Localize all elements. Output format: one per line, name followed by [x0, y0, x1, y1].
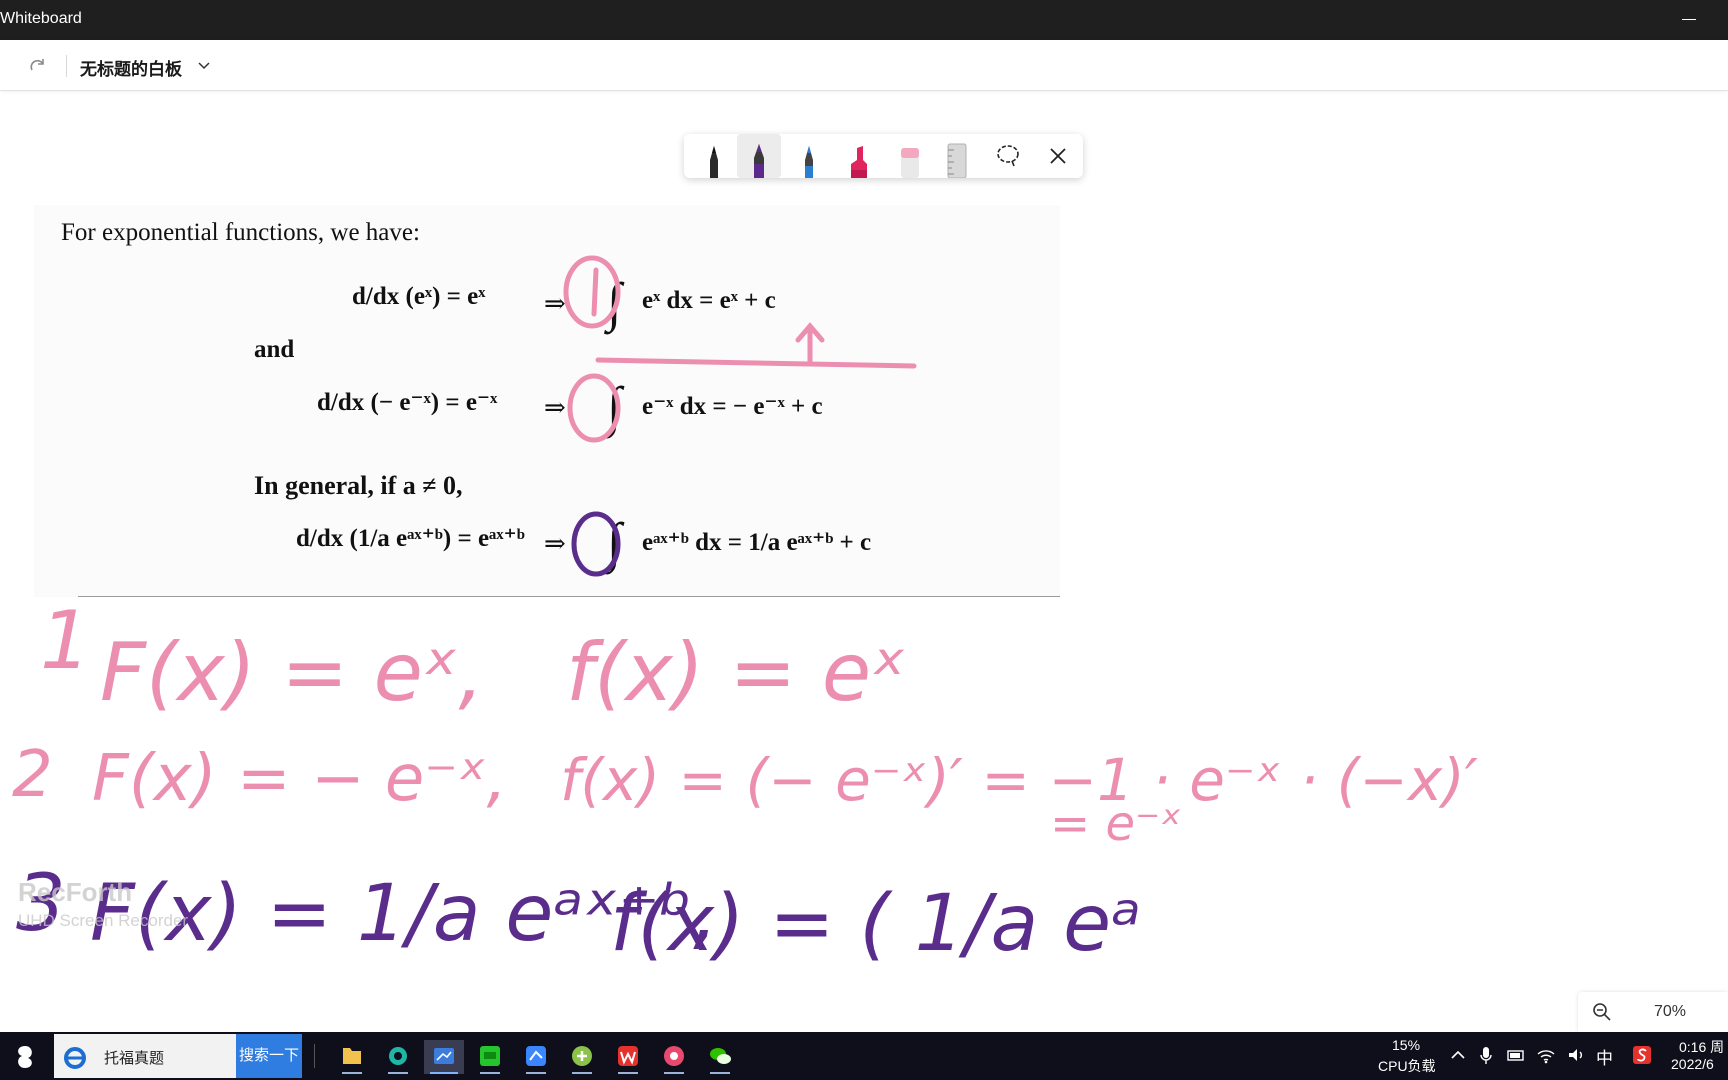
equation-2-derivative: d/dx (− e⁻ˣ) = e⁻ˣ	[317, 389, 498, 416]
ink-line-2-result: = e⁻ˣ	[1050, 796, 1182, 852]
ink-line-2-antiderivative: F(x) = − e⁻ˣ,	[92, 742, 507, 816]
cpu-load-percent: 15%	[1392, 1037, 1421, 1053]
zoom-control: 70%	[1578, 992, 1728, 1032]
ink-circle-label-2: 2	[12, 738, 53, 812]
toolbar-separator	[66, 55, 67, 77]
equation-3-integral: eᵃˣ⁺ᵇ dx = 1/a eᵃˣ⁺ᵇ + c	[642, 529, 872, 556]
whiteboard-taskbar-icon[interactable]	[424, 1040, 464, 1074]
equation-1-integral: eˣ dx = eˣ + c	[642, 287, 776, 314]
ruler-icon	[947, 143, 967, 178]
ink-line-2-derivative: f(x) = (− e⁻ˣ)′ = −1 · e⁻ˣ · (−x)′	[560, 746, 1478, 814]
implies-arrow: ⇒	[544, 289, 566, 318]
iqiyi-taskbar-icon[interactable]	[470, 1040, 510, 1074]
eraser-tool[interactable]	[887, 134, 931, 178]
equation-2-integral: e⁻ˣ dx = − e⁻ˣ + c	[642, 393, 823, 420]
recorder-taskbar-icon[interactable]	[654, 1040, 694, 1074]
watermark-brand: RecForth	[18, 877, 133, 907]
minimize-icon[interactable]	[1682, 19, 1696, 20]
ink-line-2: 2 F(x) = − e⁻ˣ, f(x) = (− e⁻ˣ)′ = −1 · e…	[12, 738, 1478, 852]
purple-pen-tool[interactable]	[737, 134, 781, 178]
pen-icon	[710, 146, 718, 178]
eraser-icon	[901, 148, 919, 178]
ink-line-1: 1 F(x) = eˣ, f(x) = eˣ	[40, 594, 907, 719]
implies-arrow: ⇒	[544, 393, 566, 422]
close-icon	[1050, 148, 1066, 164]
clock-time[interactable]: 0:16 周	[1679, 1037, 1724, 1057]
pen-icon	[754, 144, 764, 178]
pen-icon	[805, 146, 813, 178]
wps-taskbar-icon[interactable]	[608, 1040, 648, 1074]
lasso-select-tool[interactable]	[986, 134, 1030, 178]
implies-arrow: ⇒	[544, 529, 566, 558]
integral-sign: ∫	[607, 376, 622, 436]
clock-date[interactable]: 2022/6	[1671, 1056, 1714, 1072]
highlighter-icon	[851, 146, 867, 178]
taskbar-search-button[interactable]: 搜索一下	[236, 1034, 302, 1078]
close-palette-button[interactable]	[1036, 134, 1080, 178]
ime-indicator[interactable]: 中	[1596, 1044, 1613, 1069]
feishu-taskbar-icon[interactable]	[516, 1040, 556, 1074]
app-toolbar: 无标题的白板	[0, 40, 1728, 91]
doc-intro-text: For exponential functions, we have:	[61, 219, 420, 246]
browser-icon	[64, 1047, 86, 1069]
app-title: Whiteboard	[0, 10, 82, 27]
file-explorer-taskbar-icon[interactable]	[332, 1040, 372, 1074]
chevron-down-icon[interactable]	[196, 57, 212, 73]
browser-taskbar-icon[interactable]	[378, 1040, 418, 1074]
microphone-icon[interactable]	[1476, 1044, 1496, 1066]
start-button[interactable]	[8, 1042, 42, 1072]
title-bar: Whiteboard	[0, 0, 1728, 40]
game-taskbar-icon[interactable]	[562, 1040, 602, 1074]
doc-general-text: In general, if a ≠ 0,	[254, 471, 463, 500]
ink-circle-label-1: 1	[40, 594, 91, 687]
ink-line-3-derivative: f(x) = ( 1/a eᵃ	[610, 879, 1142, 969]
equation-3-derivative: d/dx (1/a eᵃˣ⁺ᵇ) = eᵃˣ⁺ᵇ	[296, 525, 525, 552]
equation-1-derivative: d/dx (eˣ) = eˣ	[352, 283, 486, 310]
taskbar: 托福真题 搜索一下 15% CPU负载 中 0:16 周 2022/6	[0, 1032, 1728, 1080]
ink-line-1-antiderivative: F(x) = eˣ,	[100, 626, 484, 719]
doc-and-text: and	[254, 336, 295, 363]
wechat-taskbar-icon[interactable]	[700, 1040, 740, 1074]
doc-bottom-border	[78, 596, 1060, 597]
taskbar-divider	[314, 1044, 315, 1068]
board-title[interactable]: 无标题的白板	[80, 55, 182, 80]
pasted-document-image[interactable]: For exponential functions, we have: and …	[34, 205, 1060, 597]
sogou-input-icon[interactable]	[1632, 1044, 1652, 1066]
zoom-level[interactable]: 70%	[1654, 1003, 1686, 1021]
zoom-out-button[interactable]	[1592, 1002, 1612, 1022]
taskbar-search-text: 托福真题	[104, 1050, 165, 1067]
wifi-icon[interactable]	[1536, 1044, 1556, 1066]
ink-line-1-derivative: f(x) = eˣ	[566, 626, 907, 719]
ruler-tool[interactable]	[934, 134, 978, 178]
watermark-subtitle: UHD Screen Recorder	[18, 911, 189, 930]
battery-icon[interactable]	[1506, 1044, 1526, 1066]
ink-palette	[684, 134, 1083, 178]
black-pen-tool[interactable]	[692, 134, 736, 178]
redo-icon	[30, 59, 44, 71]
start-logo-icon	[18, 1046, 32, 1068]
volume-icon[interactable]	[1566, 1044, 1586, 1066]
blue-pen-tool[interactable]	[787, 134, 831, 178]
taskbar-search-box[interactable]: 托福真题	[54, 1034, 236, 1078]
cpu-load-label: CPU负载	[1378, 1058, 1436, 1074]
integral-sign: ∫	[607, 272, 622, 332]
integral-sign: ∫	[607, 512, 622, 572]
highlighter-tool[interactable]	[837, 134, 881, 178]
lasso-icon	[997, 145, 1019, 167]
redo-button[interactable]	[26, 54, 50, 78]
chevron-up-icon[interactable]	[1448, 1044, 1468, 1066]
zoom-out-icon	[1593, 1003, 1611, 1021]
